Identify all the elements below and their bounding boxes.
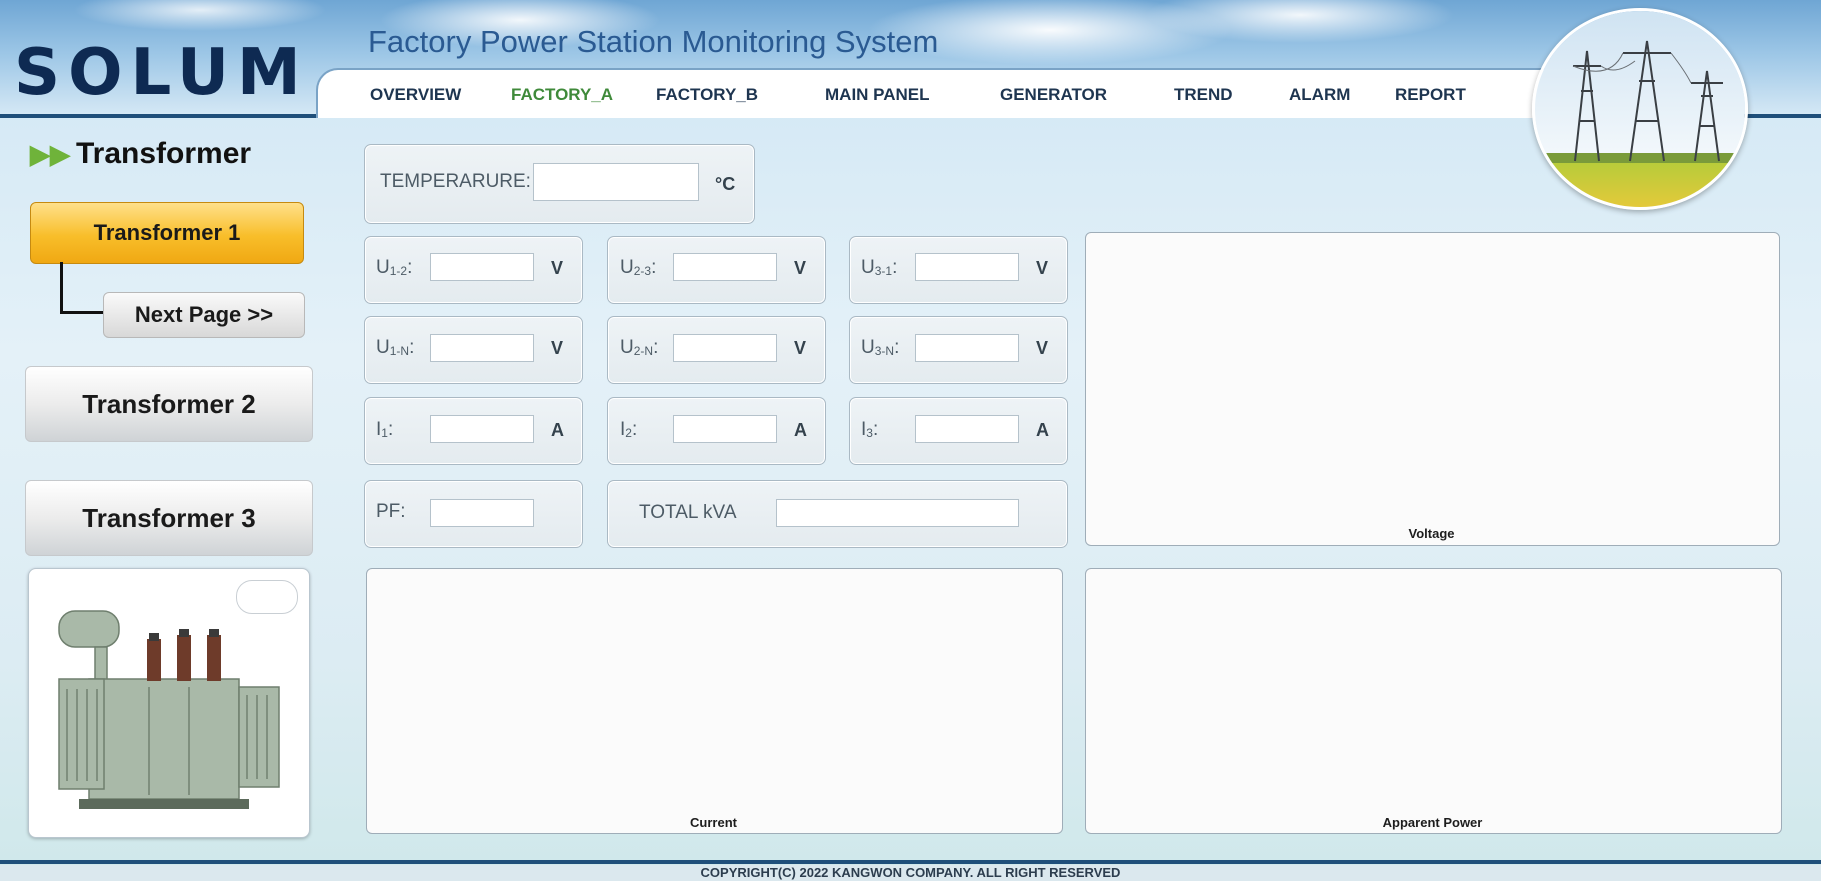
section-title: ▶▶ Transformer	[30, 137, 252, 170]
apparent-power-chart	[1085, 568, 1782, 834]
u3n-unit: V	[1036, 338, 1049, 358]
u3n-label: U3-N:	[861, 337, 900, 358]
nav-factory-b[interactable]: FACTORY_B	[656, 84, 758, 106]
i1-unit: A	[551, 420, 564, 440]
tree-connector	[60, 262, 63, 314]
current-chart	[366, 568, 1063, 834]
total-kva-label: TOTAL kVA	[639, 502, 737, 523]
tree-connector	[60, 311, 104, 314]
u23-input[interactable]	[673, 253, 777, 281]
nav-generator[interactable]: GENERATOR	[1000, 84, 1107, 106]
u23-label: U2-3:	[620, 257, 657, 278]
i3-label: I3:	[861, 419, 879, 440]
u1n-unit: V	[551, 338, 564, 358]
u2n-unit: V	[794, 338, 807, 358]
u31-unit: V	[1036, 258, 1049, 278]
i2-label: I2:	[620, 419, 638, 440]
i2-unit: A	[794, 420, 807, 440]
nav-report[interactable]: REPORT	[1395, 84, 1466, 106]
power-pylon-image	[1532, 8, 1748, 210]
i3-unit: A	[1036, 420, 1049, 440]
u12-input[interactable]	[430, 253, 534, 281]
nav-overview[interactable]: OVERVIEW	[370, 84, 461, 106]
temperature-unit: °C	[715, 174, 736, 194]
pf-label: PF:	[376, 501, 406, 522]
i1-input[interactable]	[430, 415, 534, 443]
current-chart-label: Current	[690, 815, 737, 830]
app-title: Factory Power Station Monitoring System	[368, 24, 939, 59]
u1n-label: U1-N:	[376, 337, 415, 358]
u1n-input[interactable]	[430, 334, 534, 362]
next-page-button[interactable]: Next Page >>	[103, 292, 305, 338]
voltage-chart	[1085, 232, 1780, 546]
pf-input[interactable]	[430, 499, 534, 527]
nav-trend[interactable]: TREND	[1174, 84, 1233, 106]
toggle-pill[interactable]	[236, 580, 298, 614]
double-arrow-icon: ▶▶	[30, 139, 70, 169]
transformer-1-button[interactable]: Transformer 1	[30, 202, 304, 264]
u3n-input[interactable]	[915, 334, 1019, 362]
u31-input[interactable]	[915, 253, 1019, 281]
nav-main-panel[interactable]: MAIN PANEL	[825, 84, 930, 106]
u12-unit: V	[551, 258, 564, 278]
u2n-input[interactable]	[673, 334, 777, 362]
apparent-power-chart-label: Apparent Power	[1382, 815, 1483, 830]
transformer-2-button[interactable]: Transformer 2	[25, 366, 313, 442]
voltage-chart-label: Voltage	[1408, 526, 1455, 541]
nav-factory-a[interactable]: FACTORY_A	[511, 84, 613, 106]
temperature-input[interactable]	[533, 163, 699, 201]
u2n-label: U2-N:	[620, 337, 659, 358]
i1-label: I1:	[376, 419, 394, 440]
temperature-label: TEMPERARURE:	[380, 171, 531, 192]
nav-alarm[interactable]: ALARM	[1289, 84, 1350, 106]
footer-copyright: COPYRIGHT(C) 2022 KANGWON COMPANY. ALL R…	[0, 865, 1821, 881]
u12-label: U1-2:	[376, 257, 413, 278]
u23-unit: V	[794, 258, 807, 278]
transformer-3-button[interactable]: Transformer 3	[25, 480, 313, 556]
total-kva-input[interactable]	[776, 499, 1019, 527]
i3-input[interactable]	[915, 415, 1019, 443]
solum-logo: SOLUM	[14, 36, 309, 110]
u31-label: U3-1:	[861, 257, 898, 278]
footer-divider	[0, 860, 1821, 864]
i2-input[interactable]	[673, 415, 777, 443]
